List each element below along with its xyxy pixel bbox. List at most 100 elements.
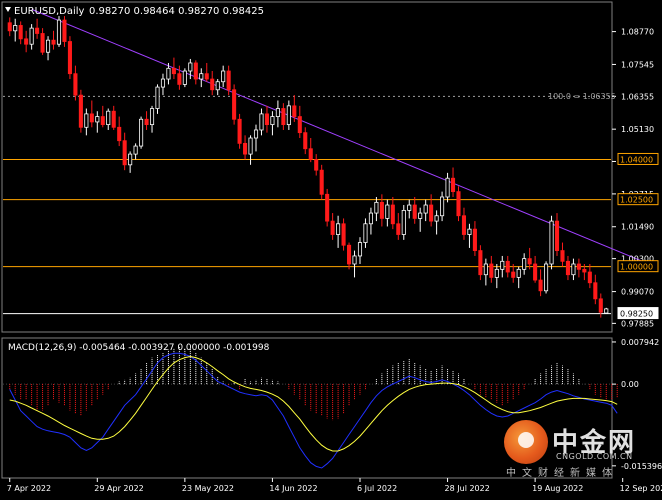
candle-body	[571, 263, 576, 276]
candle-body	[549, 220, 554, 265]
candle-body	[193, 62, 198, 80]
candle-body	[270, 116, 275, 126]
candle-body	[18, 25, 23, 40]
candle-body	[341, 223, 346, 246]
candle-body	[560, 250, 565, 262]
macd-tick-label: 0.007942	[621, 338, 659, 347]
candle-body	[429, 204, 434, 222]
ohlc-readout: 0.98270 0.98464 0.98270 0.98425	[89, 6, 264, 17]
candle-body	[363, 223, 368, 243]
watermark-url: CNGOLD.COM.CN	[556, 452, 633, 461]
candle-body	[24, 38, 29, 45]
candle-body	[450, 177, 456, 193]
candle-body	[554, 220, 560, 251]
candle-body	[149, 108, 155, 126]
candle-body	[533, 263, 538, 281]
candle-body	[478, 250, 483, 276]
candle-body	[390, 204, 395, 225]
candle-body	[264, 113, 269, 126]
candle-body	[40, 33, 45, 53]
time-tick-label: 14 Jun 2022	[269, 484, 317, 493]
candle-body	[95, 116, 100, 123]
candle-body	[319, 169, 324, 195]
price-tick-label: 1.06355	[621, 92, 654, 101]
candle-body	[253, 129, 259, 139]
candle-body	[385, 204, 390, 219]
time-tick-label: 7 Apr 2022	[7, 484, 51, 493]
candle-body	[248, 137, 253, 155]
candle-body	[347, 244, 352, 265]
candle-body	[177, 73, 182, 85]
price-tick-label: 1.08770	[621, 28, 654, 37]
candle-body	[472, 228, 477, 251]
candle-body	[67, 41, 72, 75]
candle-body	[56, 19, 62, 45]
time-tick-label: 6 Jul 2022	[357, 484, 397, 493]
candle-body	[352, 255, 357, 265]
candle-body	[587, 271, 592, 284]
candle-body	[46, 39, 51, 53]
macd-header: MACD(12,26,9) -0.005464 -0.003927 0.0000…	[8, 343, 270, 353]
candle-body	[330, 220, 335, 235]
candle-body	[576, 263, 581, 270]
candle-body	[286, 105, 291, 126]
time-tick-label: 23 May 2022	[182, 484, 234, 493]
level-price-label: 0.98250	[620, 310, 653, 319]
candle-body	[111, 110, 116, 128]
candle-body	[604, 308, 609, 314]
candle-body	[308, 148, 313, 160]
candle-body	[182, 70, 187, 85]
candle-body	[297, 116, 302, 134]
watermark-subtitle: 中文财经新媒体	[506, 468, 618, 479]
level-price-label: 1.00000	[620, 263, 653, 272]
cngold-logo-icon	[504, 420, 548, 464]
candle-body	[171, 67, 176, 75]
macd-tick-label: 0.00	[621, 380, 639, 389]
candle-body	[379, 201, 384, 219]
candle-body	[357, 242, 363, 257]
candle-body	[155, 86, 160, 109]
candle-body	[106, 110, 111, 126]
candle-body	[51, 39, 56, 45]
candle-body	[281, 108, 286, 126]
candle-body	[527, 258, 532, 265]
fib-level-label: 100.0 = 1.06355	[548, 92, 616, 101]
candle-body	[35, 27, 40, 34]
candle-body	[374, 201, 379, 214]
candle-body	[461, 215, 467, 235]
candle-body	[489, 263, 494, 278]
price-tick-label: 1.01490	[621, 223, 654, 232]
candle-body	[133, 145, 138, 155]
candle-body	[210, 78, 215, 91]
price-tick-label: 0.97885	[621, 319, 654, 328]
time-tick-label: 19 Aug 2022	[532, 484, 583, 493]
chart-window[interactable]: 1.087701.075451.063551.051301.039251.027…	[0, 0, 662, 496]
symbol-timeframe: EURUSD,Daily	[14, 6, 85, 17]
level-price-label: 1.04000	[620, 155, 653, 164]
price-tick-label: 0.99070	[621, 288, 654, 297]
candle-body	[314, 159, 319, 171]
candle-body	[440, 196, 445, 217]
candle-body	[199, 73, 204, 80]
candle-body	[401, 209, 406, 235]
candle-body	[292, 105, 297, 117]
candle-body	[544, 263, 549, 292]
candle-body	[204, 73, 209, 80]
price-tick-label: 1.05130	[621, 125, 654, 134]
candle-body	[232, 89, 237, 120]
candle-body	[456, 191, 461, 217]
candle-body	[483, 263, 488, 276]
candle-body	[565, 260, 570, 276]
candle-body	[505, 260, 510, 273]
candle-body	[275, 108, 280, 117]
candle-body	[407, 204, 412, 211]
candle-body	[368, 212, 373, 225]
candle-body	[84, 113, 89, 128]
candle-body	[423, 204, 428, 214]
candle-body	[582, 268, 587, 273]
candle-body	[226, 70, 231, 91]
candle-body	[434, 215, 439, 222]
time-tick-label: 28 Jul 2022	[445, 484, 490, 493]
candle-body	[128, 153, 133, 166]
candle-body	[29, 27, 34, 45]
